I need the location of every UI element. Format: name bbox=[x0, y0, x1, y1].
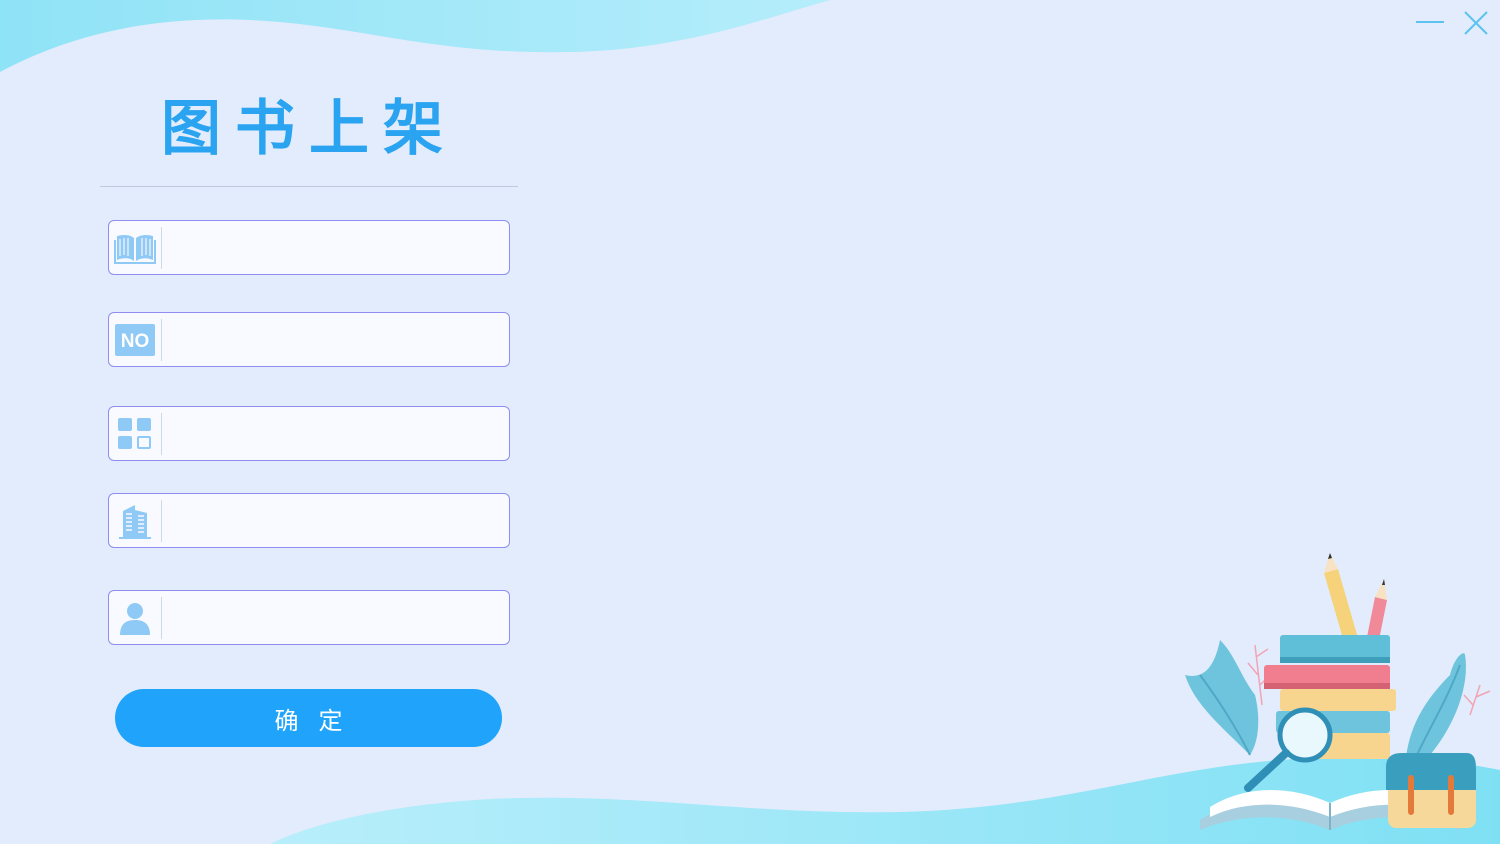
books-illustration bbox=[1185, 553, 1491, 830]
close-icon[interactable] bbox=[1460, 8, 1492, 38]
no-number-icon: NO bbox=[109, 313, 161, 366]
window-controls bbox=[1414, 8, 1492, 38]
title-divider bbox=[100, 186, 518, 187]
backpack-decoration bbox=[1386, 753, 1476, 828]
operator-field bbox=[108, 590, 510, 645]
book-title-field bbox=[108, 220, 510, 275]
book-number-field: NO bbox=[108, 312, 510, 367]
page-title: 图书上架 bbox=[161, 94, 457, 164]
confirm-button[interactable]: 确定 bbox=[115, 689, 502, 747]
book-icon bbox=[109, 221, 161, 274]
category-grid-icon bbox=[109, 407, 161, 460]
location-input[interactable] bbox=[162, 494, 509, 547]
building-icon bbox=[109, 494, 161, 547]
svg-text:NO: NO bbox=[121, 331, 150, 352]
user-icon bbox=[109, 591, 161, 644]
leaf-left-decoration bbox=[1185, 640, 1259, 756]
magnifier-decoration bbox=[1244, 707, 1333, 792]
operator-input[interactable] bbox=[162, 591, 509, 644]
minimize-icon[interactable] bbox=[1414, 8, 1446, 38]
category-input[interactable] bbox=[162, 407, 509, 460]
category-field bbox=[108, 406, 510, 461]
book-number-input[interactable] bbox=[162, 313, 509, 366]
location-field bbox=[108, 493, 510, 548]
book-title-input[interactable] bbox=[162, 221, 509, 274]
pencil-yellow-decoration bbox=[1324, 553, 1360, 649]
